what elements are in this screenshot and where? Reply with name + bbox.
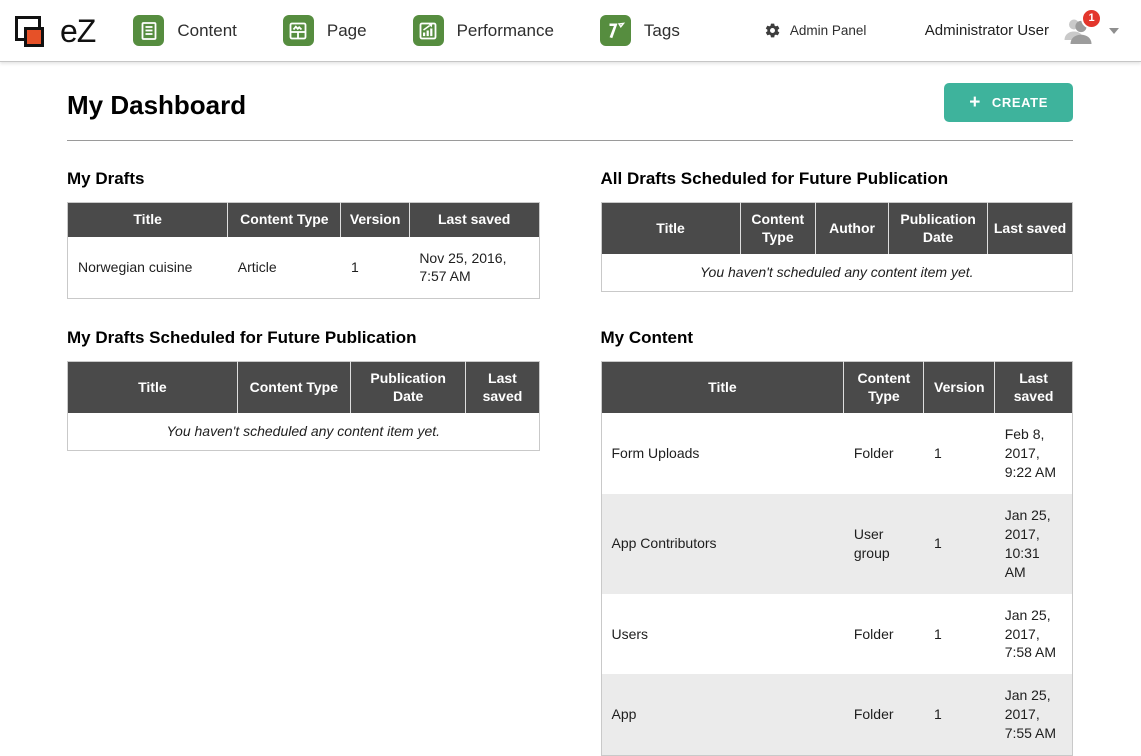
section-my-drafts-scheduled: My Drafts Scheduled for Future Publicati… (67, 328, 540, 756)
column-header: Title (68, 203, 228, 237)
table-cell: 1 (924, 494, 995, 594)
column-header: Title (601, 362, 844, 414)
page-icon (283, 15, 314, 46)
menu-label-content: Content (177, 21, 237, 41)
table-cell: 1 (341, 237, 409, 299)
column-header: Version (924, 362, 995, 414)
table-header-row: TitleContent TypeAuthorPublication DateL… (601, 203, 1073, 255)
column-header: Last saved (988, 203, 1073, 255)
table-header-row: TitleContent TypeVersionLast saved (68, 203, 540, 237)
table-header-row: TitleContent TypePublication DateLast sa… (68, 362, 540, 414)
create-button-label: CREATE (992, 95, 1048, 110)
column-header: Publication Date (350, 362, 466, 414)
column-header: Last saved (409, 203, 539, 237)
table-cell: 1 (924, 413, 995, 494)
table-cell: App Contributors (601, 494, 844, 594)
table-cell: Folder (844, 594, 924, 675)
page-header: My Dashboard + CREATE (67, 83, 1073, 141)
menu-item-tags[interactable]: Tags (600, 15, 680, 46)
my-drafts-scheduled-table: TitleContent TypePublication DateLast sa… (67, 361, 540, 451)
top-navbar: eZ Content Pag (0, 0, 1141, 62)
all-drafts-scheduled-table: TitleContent TypeAuthorPublication DateL… (601, 202, 1074, 292)
column-header: Title (68, 362, 238, 414)
section-my-content: My Content TitleContent TypeVersionLast … (601, 328, 1074, 756)
table-cell: Jan 25, 2017, 7:58 AM (995, 594, 1073, 675)
menu-item-content[interactable]: Content (133, 15, 237, 46)
my-drafts-heading: My Drafts (67, 169, 540, 189)
column-header: Version (341, 203, 409, 237)
table-row[interactable]: UsersFolder1Jan 25, 2017, 7:58 AM (601, 594, 1073, 675)
plus-icon: + (969, 94, 981, 111)
column-header: Content Type (844, 362, 924, 414)
table-cell: Jan 25, 2017, 10:31 AM (995, 494, 1073, 594)
admin-panel-button[interactable]: Admin Panel (764, 22, 867, 39)
empty-row: You haven't scheduled any content item y… (601, 254, 1073, 291)
my-drafts-table: TitleContent TypeVersionLast savedNorweg… (67, 202, 540, 299)
table-row[interactable]: Form UploadsFolder1Feb 8, 2017, 9:22 AM (601, 413, 1073, 494)
table-cell: App (601, 674, 844, 755)
avatar[interactable]: 1 (1061, 16, 1095, 46)
column-header: Content Type (740, 203, 815, 255)
column-header: Last saved (995, 362, 1073, 414)
ez-logo-text: eZ (60, 15, 95, 47)
admin-panel-label: Admin Panel (790, 23, 867, 38)
dashboard-grid: My Drafts TitleContent TypeVersionLast s… (67, 169, 1073, 756)
column-header: Author (816, 203, 889, 255)
table-cell: User group (844, 494, 924, 594)
notification-badge[interactable]: 1 (1081, 8, 1102, 29)
column-header: Last saved (466, 362, 539, 414)
page-title: My Dashboard (67, 90, 246, 121)
user-name: Administrator User (925, 22, 1049, 39)
my-content-table: TitleContent TypeVersionLast savedForm U… (601, 361, 1074, 756)
table-cell: Folder (844, 413, 924, 494)
performance-icon (413, 15, 444, 46)
main-menu: Content Page (133, 15, 680, 46)
menu-label-performance: Performance (457, 21, 554, 41)
empty-message: You haven't scheduled any content item y… (601, 254, 1073, 291)
column-header: Content Type (237, 362, 350, 414)
ez-logo[interactable]: eZ (14, 11, 95, 51)
create-button[interactable]: + CREATE (944, 83, 1073, 122)
menu-item-page[interactable]: Page (283, 15, 367, 46)
table-row[interactable]: App ContributorsUser group1Jan 25, 2017,… (601, 494, 1073, 594)
tags-icon (600, 15, 631, 46)
my-content-heading: My Content (601, 328, 1074, 348)
dashboard-main: My Dashboard + CREATE My Drafts TitleCon… (0, 62, 1141, 756)
table-cell: 1 (924, 674, 995, 755)
empty-row: You haven't scheduled any content item y… (68, 413, 540, 450)
table-cell: Feb 8, 2017, 9:22 AM (995, 413, 1073, 494)
empty-message: You haven't scheduled any content item y… (68, 413, 540, 450)
table-row[interactable]: Norwegian cuisineArticle1Nov 25, 2016, 7… (68, 237, 540, 299)
ez-logo-icon (14, 11, 50, 51)
column-header: Publication Date (889, 203, 988, 255)
table-cell: Form Uploads (601, 413, 844, 494)
column-header: Content Type (228, 203, 341, 237)
table-row[interactable]: AppFolder1Jan 25, 2017, 7:55 AM (601, 674, 1073, 755)
chevron-down-icon (1109, 28, 1119, 34)
content-icon (133, 15, 164, 46)
table-cell: Norwegian cuisine (68, 237, 228, 299)
section-all-drafts-scheduled: All Drafts Scheduled for Future Publicat… (601, 169, 1074, 299)
column-header: Title (601, 203, 740, 255)
table-cell: Nov 25, 2016, 7:57 AM (409, 237, 539, 299)
table-cell: 1 (924, 594, 995, 675)
all-drafts-scheduled-heading: All Drafts Scheduled for Future Publicat… (601, 169, 1074, 189)
table-cell: Folder (844, 674, 924, 755)
table-cell: Jan 25, 2017, 7:55 AM (995, 674, 1073, 755)
my-drafts-scheduled-heading: My Drafts Scheduled for Future Publicati… (67, 328, 540, 348)
menu-label-page: Page (327, 21, 367, 41)
gear-icon (764, 22, 781, 39)
table-header-row: TitleContent TypeVersionLast saved (601, 362, 1073, 414)
table-cell: Article (228, 237, 341, 299)
user-menu[interactable]: Administrator User 1 (925, 16, 1119, 46)
section-my-drafts: My Drafts TitleContent TypeVersionLast s… (67, 169, 540, 299)
menu-item-performance[interactable]: Performance (413, 15, 554, 46)
menu-label-tags: Tags (644, 21, 680, 41)
table-cell: Users (601, 594, 844, 675)
